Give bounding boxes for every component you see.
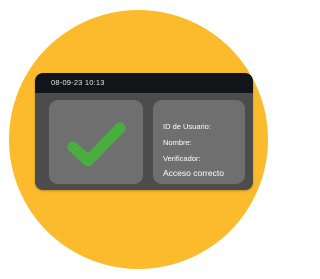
name-label: Nombre: bbox=[163, 138, 192, 147]
access-status-text: Acceso correcto bbox=[163, 168, 224, 178]
datetime-label: 08-09-23 10:13 bbox=[51, 78, 105, 87]
result-panel bbox=[49, 100, 143, 184]
access-terminal-screen: 08-09-23 10:13 ID de Usuario: Nombre: Ve… bbox=[35, 73, 253, 190]
checkmark-icon bbox=[67, 122, 126, 167]
user-info-panel: ID de Usuario: Nombre: Verificador: Acce… bbox=[153, 100, 245, 184]
status-bar: 08-09-23 10:13 bbox=[35, 73, 253, 93]
page: 08-09-23 10:13 ID de Usuario: Nombre: Ve… bbox=[0, 0, 276, 279]
user-id-label: ID de Usuario: bbox=[163, 122, 211, 131]
verifier-label: Verificador: bbox=[163, 154, 201, 163]
